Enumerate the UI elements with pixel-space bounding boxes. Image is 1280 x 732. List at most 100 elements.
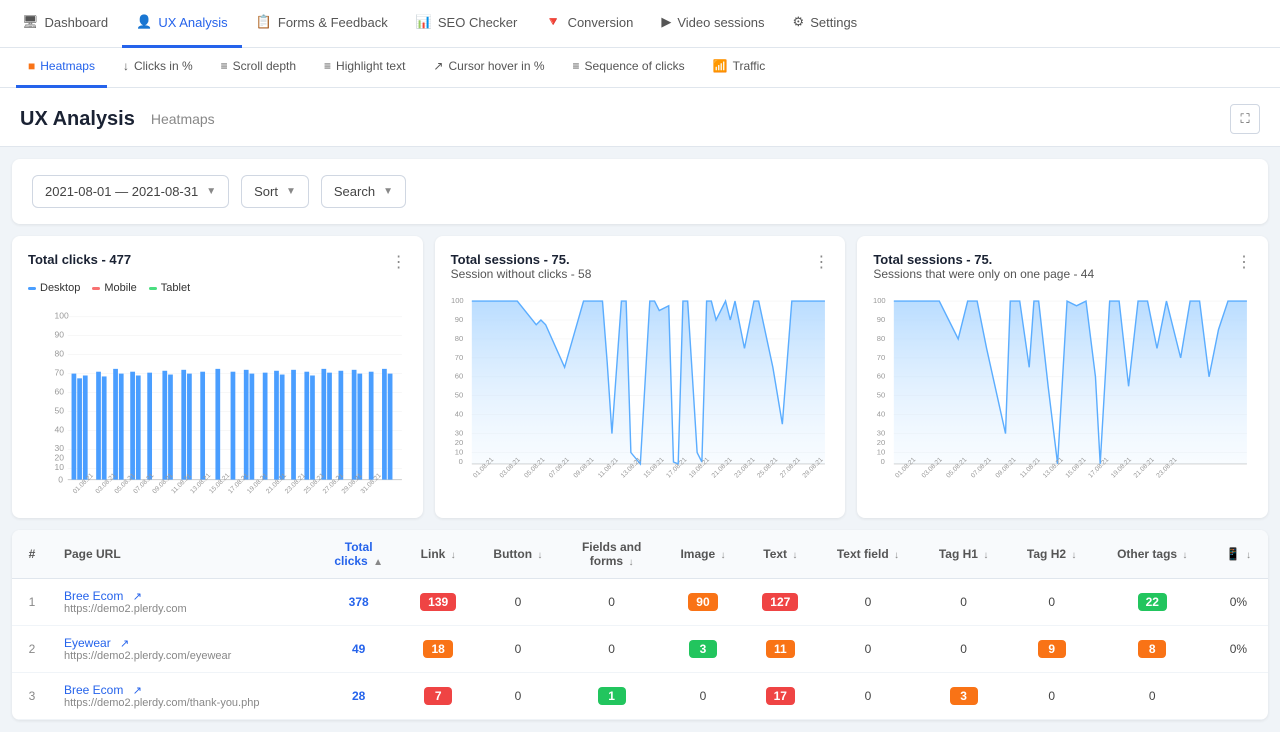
sort-label: Sort (254, 184, 278, 199)
nav-ux-analysis[interactable]: 👤 UX Analysis (122, 0, 242, 48)
nav-seo-checker[interactable]: 📊 SEO Checker (402, 0, 532, 48)
col-fields-forms[interactable]: Fields andforms ↓ (562, 530, 662, 579)
cell-text-3: 17 (744, 673, 816, 720)
svg-text:60: 60 (55, 386, 65, 396)
nav-conversion[interactable]: 🔻 Conversion (531, 0, 647, 48)
col-tag-h2[interactable]: Tag H2 ↓ (1008, 530, 1096, 579)
cell-link-3: 7 (402, 673, 474, 720)
legend-tablet-dot (149, 287, 157, 290)
cell-text-1: 127 (744, 579, 816, 626)
othertags-sort-icon: ↓ (1182, 550, 1187, 561)
chart-title-3: Total sessions - 75. (873, 252, 1094, 267)
subnav-highlight-label: Highlight text (336, 59, 405, 73)
bar-chart-area: 100 90 80 70 60 50 40 30 20 10 0 (28, 302, 407, 502)
col-text-field[interactable]: Text field ↓ (816, 530, 919, 579)
breadcrumb: Heatmaps (151, 111, 215, 127)
nav-ux-analysis-label: UX Analysis (158, 15, 227, 30)
highlight-icon: ≡ (324, 59, 331, 73)
cursor-icon: ↗ (433, 59, 443, 73)
subnav-highlight-text[interactable]: ≡ Highlight text (312, 48, 417, 88)
col-link[interactable]: Link ↓ (402, 530, 474, 579)
external-link-icon-1[interactable]: ↗ (133, 591, 142, 603)
bar-chart-svg: 100 90 80 70 60 50 40 30 20 10 0 (28, 302, 407, 502)
col-page-url: Page URL (52, 530, 315, 579)
cell-url-3: Bree Ecom ↗ https://demo2.plerdy.com/tha… (52, 673, 315, 720)
page-url-link-2[interactable]: Eyewear (64, 636, 111, 650)
svg-text:70: 70 (55, 367, 65, 377)
subnav-traffic-label: Traffic (733, 59, 766, 73)
cell-url-1: Bree Ecom ↗ https://demo2.plerdy.com (52, 579, 315, 626)
svg-text:50: 50 (454, 391, 462, 400)
page-title: UX Analysis (20, 108, 135, 131)
cell-num-2: 2 (12, 626, 52, 673)
external-link-icon-3[interactable]: ↗ (133, 685, 142, 697)
table-row: 1 Bree Ecom ↗ https://demo2.plerdy.com 3… (12, 579, 1268, 626)
col-image[interactable]: Image ↓ (662, 530, 745, 579)
table-row: 2 Eyewear ↗ https://demo2.plerdy.com/eye… (12, 626, 1268, 673)
chart-title-1: Total clicks - 477 (28, 252, 131, 267)
subnav-traffic[interactable]: 📶 Traffic (701, 48, 778, 88)
page-url-link-1[interactable]: Bree Ecom (64, 589, 123, 603)
svg-text:70: 70 (454, 353, 462, 362)
col-mobile[interactable]: 📱 ↓ (1209, 530, 1268, 579)
chart-menu-2[interactable]: ⋮ (813, 252, 829, 272)
svg-text:0: 0 (458, 457, 462, 466)
nav-settings[interactable]: ⚙ Settings (779, 0, 872, 48)
search-arrow-icon: ▼ (383, 186, 393, 197)
chart-subtitle-2: Session without clicks - 58 (451, 267, 592, 281)
subnav-scroll-depth[interactable]: ≡ Scroll depth (209, 48, 308, 88)
subnav-clicks-pct[interactable]: ↓ Clicks in % (111, 48, 205, 88)
col-other-tags[interactable]: Other tags ↓ (1096, 530, 1209, 579)
subnav-heatmaps[interactable]: ■ Heatmaps (16, 48, 107, 88)
button-sort-icon: ↓ (537, 550, 542, 561)
sort-dropdown[interactable]: Sort ▼ (241, 175, 309, 208)
chart-sessions-2: Total sessions - 75. Sessions that were … (857, 236, 1268, 518)
external-link-icon-2[interactable]: ↗ (120, 638, 129, 650)
svg-text:20: 20 (877, 438, 885, 447)
cell-mobile-3 (1209, 673, 1268, 720)
dashboard-icon: 🖥 (22, 14, 39, 30)
date-arrow-icon: ▼ (206, 186, 216, 197)
legend-mobile-dot (92, 287, 100, 290)
nav-forms-feedback[interactable]: 📋 Forms & Feedback (242, 0, 402, 48)
chart-menu-3[interactable]: ⋮ (1236, 252, 1252, 272)
col-total-clicks[interactable]: Totalclicks ▲ (315, 530, 402, 579)
legend-desktop-label: Desktop (40, 282, 80, 294)
area-chart-svg-2: 100 90 80 70 60 50 40 30 20 10 0 Percent… (873, 291, 1252, 491)
date-range-picker[interactable]: 2021-08-01 — 2021-08-31 ▼ (32, 175, 229, 208)
traffic-icon: 📶 (713, 59, 728, 73)
page-url-link-3[interactable]: Bree Ecom (64, 683, 123, 697)
svg-text:0: 0 (881, 457, 885, 466)
subnav-sequence-clicks[interactable]: ≡ Sequence of clicks (561, 48, 697, 88)
nav-dashboard[interactable]: 🖥 Dashboard (8, 0, 122, 48)
date-range-value: 2021-08-01 — 2021-08-31 (45, 184, 198, 199)
svg-text:50: 50 (877, 391, 885, 400)
mobile-sort-icon: ↓ (1246, 550, 1251, 561)
cell-tagh2-1: 0 (1008, 579, 1096, 626)
col-tag-h1[interactable]: Tag H1 ↓ (920, 530, 1008, 579)
chart-header-2: Total sessions - 75. Session without cli… (451, 252, 830, 281)
chart-menu-1[interactable]: ⋮ (391, 252, 407, 272)
svg-text:10: 10 (55, 462, 65, 472)
col-num: # (12, 530, 52, 579)
cell-fields-1: 0 (562, 579, 662, 626)
svg-text:80: 80 (454, 334, 462, 343)
cell-tagh1-3: 3 (920, 673, 1008, 720)
col-text[interactable]: Text ↓ (744, 530, 816, 579)
col-button[interactable]: Button ↓ (474, 530, 562, 579)
svg-text:20: 20 (55, 453, 65, 463)
cell-link-1: 139 (402, 579, 474, 626)
cell-image-2: 3 (662, 626, 745, 673)
search-dropdown[interactable]: Search ▼ (321, 175, 406, 208)
cell-tagh1-1: 0 (920, 579, 1008, 626)
nav-video-sessions[interactable]: ▶ Video sessions (647, 0, 778, 48)
expand-button[interactable]: ⛶ (1230, 104, 1260, 134)
nav-forms-label: Forms & Feedback (278, 15, 388, 30)
cell-num-1: 1 (12, 579, 52, 626)
svg-text:30: 30 (454, 428, 462, 437)
page-url-sub-2: https://demo2.plerdy.com/eyewear (64, 650, 303, 662)
subnav-cursor-hover[interactable]: ↗ Cursor hover in % (421, 48, 556, 88)
cell-othertags-2: 8 (1096, 626, 1209, 673)
svg-text:100: 100 (451, 296, 464, 305)
cell-tagh2-2: 9 (1008, 626, 1096, 673)
